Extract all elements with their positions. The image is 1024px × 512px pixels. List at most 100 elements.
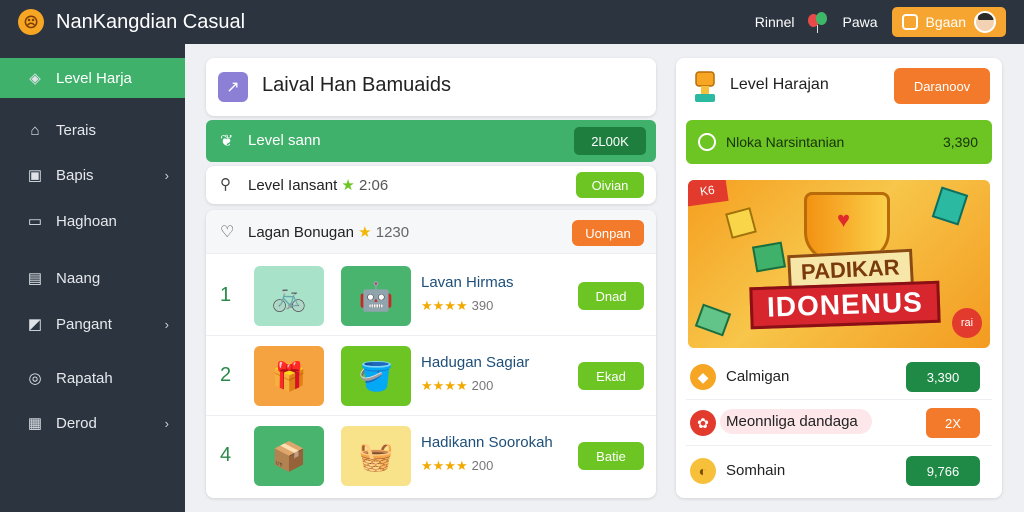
sidebar-item-rapatah[interactable]: ◎ Rapatah xyxy=(0,358,185,398)
item-rating-value: 200 xyxy=(471,378,494,393)
reward-button[interactable]: 9,766 xyxy=(906,456,980,486)
page-title: Laival Han Bamuaids xyxy=(262,74,451,96)
stars-icon: ★★★★ xyxy=(421,378,468,393)
promo-banner[interactable]: K6 PADIKAR IDONENUS rai xyxy=(688,180,990,348)
app-title: NanKangdian Casual xyxy=(56,10,246,33)
reward-row[interactable]: ◆ Calmigan 3,390 xyxy=(686,354,992,400)
chevron-right-icon: › xyxy=(164,316,169,332)
top-link-1[interactable]: Rinnel xyxy=(755,14,795,30)
trophy-icon xyxy=(695,71,715,102)
sidebar-item-naang[interactable]: ▤ Naang xyxy=(0,258,185,298)
banner-corner-badge: rai xyxy=(952,308,982,338)
leaf-icon: ❦ xyxy=(220,133,234,150)
list-item[interactable]: 2 🎁 🪣 Hadugan Sagiar ★★★★ 200 Ekad xyxy=(206,336,656,416)
item-action-button[interactable]: Ekad xyxy=(578,362,644,390)
list-header-value: 1230 xyxy=(375,224,410,241)
sidebar-item-label: Level Harja xyxy=(56,69,132,87)
diamond-icon: ◈ xyxy=(29,70,41,87)
gem-icon: ◆ xyxy=(690,364,716,390)
briefcase-icon: ▦ xyxy=(27,415,43,432)
profile-button[interactable]: Bgaan xyxy=(891,7,1006,37)
box-icon: 📦 xyxy=(254,426,324,486)
gift-icon: 🎁 xyxy=(254,346,324,406)
star-icon: ★ xyxy=(358,224,372,241)
list-header-label: Lagan Bonugan ★ 1230 xyxy=(248,223,409,241)
chevron-right-icon: › xyxy=(164,167,169,183)
item-action-button[interactable]: Dnad xyxy=(578,282,644,310)
bucket-icon: 🪣 xyxy=(341,346,411,406)
right-green-bar-label: Nloka Narsintanian xyxy=(726,134,845,150)
item-title: Hadikann Soorokah xyxy=(421,434,553,451)
money-decoration xyxy=(694,303,732,337)
sidebar-item-terais[interactable]: ⌂ Terais xyxy=(0,110,185,150)
chevron-right-icon: › xyxy=(164,415,169,431)
document-icon: ▤ xyxy=(27,270,43,287)
ranking-list: ♡ Lagan Bonugan ★ 1230 Uonpan 1 🚲 🤖 Lava… xyxy=(206,210,656,498)
item-title: Hadugan Sagiar xyxy=(421,354,530,371)
sidebar-item-label: Rapatah xyxy=(56,369,113,387)
item-rating-value: 390 xyxy=(471,298,494,313)
reward-row[interactable]: ✿ Meonnliga dandaga 2X xyxy=(686,400,992,446)
item-rating-value: 200 xyxy=(471,458,494,473)
level-bar: ❦ Level sann 2L00K xyxy=(206,120,656,162)
sidebar-item-label: Haghoan xyxy=(56,212,117,230)
list-item[interactable]: 1 🚲 🤖 Lavan Hirmas ★★★★ 390 Dnad xyxy=(206,256,656,336)
sidebar-item-level-harja[interactable]: ◈ Level Harja xyxy=(0,58,185,98)
sidebar-item-haghoan[interactable]: ▭ Haghoan xyxy=(0,201,185,241)
stars-icon: ★★★★ xyxy=(421,458,468,473)
right-green-bar-value: 3,390 xyxy=(942,134,978,150)
rank-number: 2 xyxy=(220,364,232,386)
stars-icon: ★★★★ xyxy=(421,298,468,313)
main-header-card: ↗ Laival Han Bamuaids xyxy=(206,58,656,116)
profile-button-label: Bgaan xyxy=(925,14,966,30)
search-row[interactable]: ⚲ Level Iansant ★ 2:06 Oivian xyxy=(206,166,656,204)
balloons-icon xyxy=(808,12,828,33)
sidebar-item-derod[interactable]: ▦ Derod › xyxy=(0,403,185,443)
reward-label: Somhain xyxy=(726,462,786,479)
reward-button[interactable]: 3,390 xyxy=(906,362,980,392)
right-panel-header-button[interactable]: Daranoov xyxy=(894,68,990,104)
search-row-label: Level Iansant ★ 2:06 xyxy=(248,176,388,194)
reward-button[interactable]: 2X xyxy=(926,408,980,438)
item-rating: ★★★★ 200 xyxy=(421,378,493,394)
right-green-bar[interactable]: Nloka Narsintanian 3,390 xyxy=(686,120,992,164)
list-header: ♡ Lagan Bonugan ★ 1230 Uonpan xyxy=(206,210,656,254)
compass-icon: ◎ xyxy=(28,370,42,387)
home-icon: ⌂ xyxy=(30,121,40,139)
sidebar-item-bapis[interactable]: ▣ Bapis › xyxy=(0,155,185,195)
right-panel-title: Level Harajan xyxy=(730,76,829,93)
right-panel: Level Harajan Daranoov Nloka Narsintania… xyxy=(676,58,1002,498)
smiley-logo-icon: ☹ xyxy=(18,9,44,35)
search-row-button[interactable]: Oivian xyxy=(576,172,644,198)
robot-icon: 🤖 xyxy=(341,266,411,326)
list-header-text: Lagan Bonugan xyxy=(248,224,354,241)
search-icon: ⚲ xyxy=(220,176,231,193)
sidebar: ◈ Level Harja ⌂ Terais ▣ Bapis › ▭ Hagho… xyxy=(0,44,185,512)
item-action-button[interactable]: Batie xyxy=(578,442,644,470)
box-icon: ▣ xyxy=(27,167,43,184)
sidebar-item-label: Derod xyxy=(56,414,97,432)
top-right-actions: Rinnel Pawa Bgaan xyxy=(755,0,1006,44)
search-row-text: Level Iansant xyxy=(248,177,338,194)
top-link-2[interactable]: Pawa xyxy=(842,14,877,30)
list-item[interactable]: 4 📦 🧺 Hadikann Soorokah ★★★★ 200 Batie xyxy=(206,416,656,496)
calendar-icon: ▭ xyxy=(27,213,43,230)
item-rating: ★★★★ 390 xyxy=(421,298,493,314)
rank-number: 1 xyxy=(220,284,232,306)
chart-icon: ◩ xyxy=(27,316,43,333)
rank-number: 4 xyxy=(220,444,232,466)
cube-decoration xyxy=(725,207,757,239)
list-header-button[interactable]: Uonpan xyxy=(572,220,644,246)
sidebar-item-pangant[interactable]: ◩ Pangant › xyxy=(0,304,185,344)
item-rating: ★★★★ 200 xyxy=(421,458,493,474)
top-bar: ☹ NanKangdian Casual Rinnel Pawa Bgaan xyxy=(0,0,1024,44)
level-bar-button[interactable]: 2L00K xyxy=(574,127,646,155)
circle-icon xyxy=(698,133,716,151)
heart-outline-icon: ♡ xyxy=(220,224,235,241)
avatar xyxy=(974,11,996,33)
reward-row[interactable]: ◐ Somhain 9,766 xyxy=(686,448,992,494)
square-icon xyxy=(901,14,918,30)
item-title: Lavan Hirmas xyxy=(421,274,514,291)
sidebar-item-label: Bapis xyxy=(56,166,94,184)
banner-subtitle: IDONENUS xyxy=(749,280,941,330)
